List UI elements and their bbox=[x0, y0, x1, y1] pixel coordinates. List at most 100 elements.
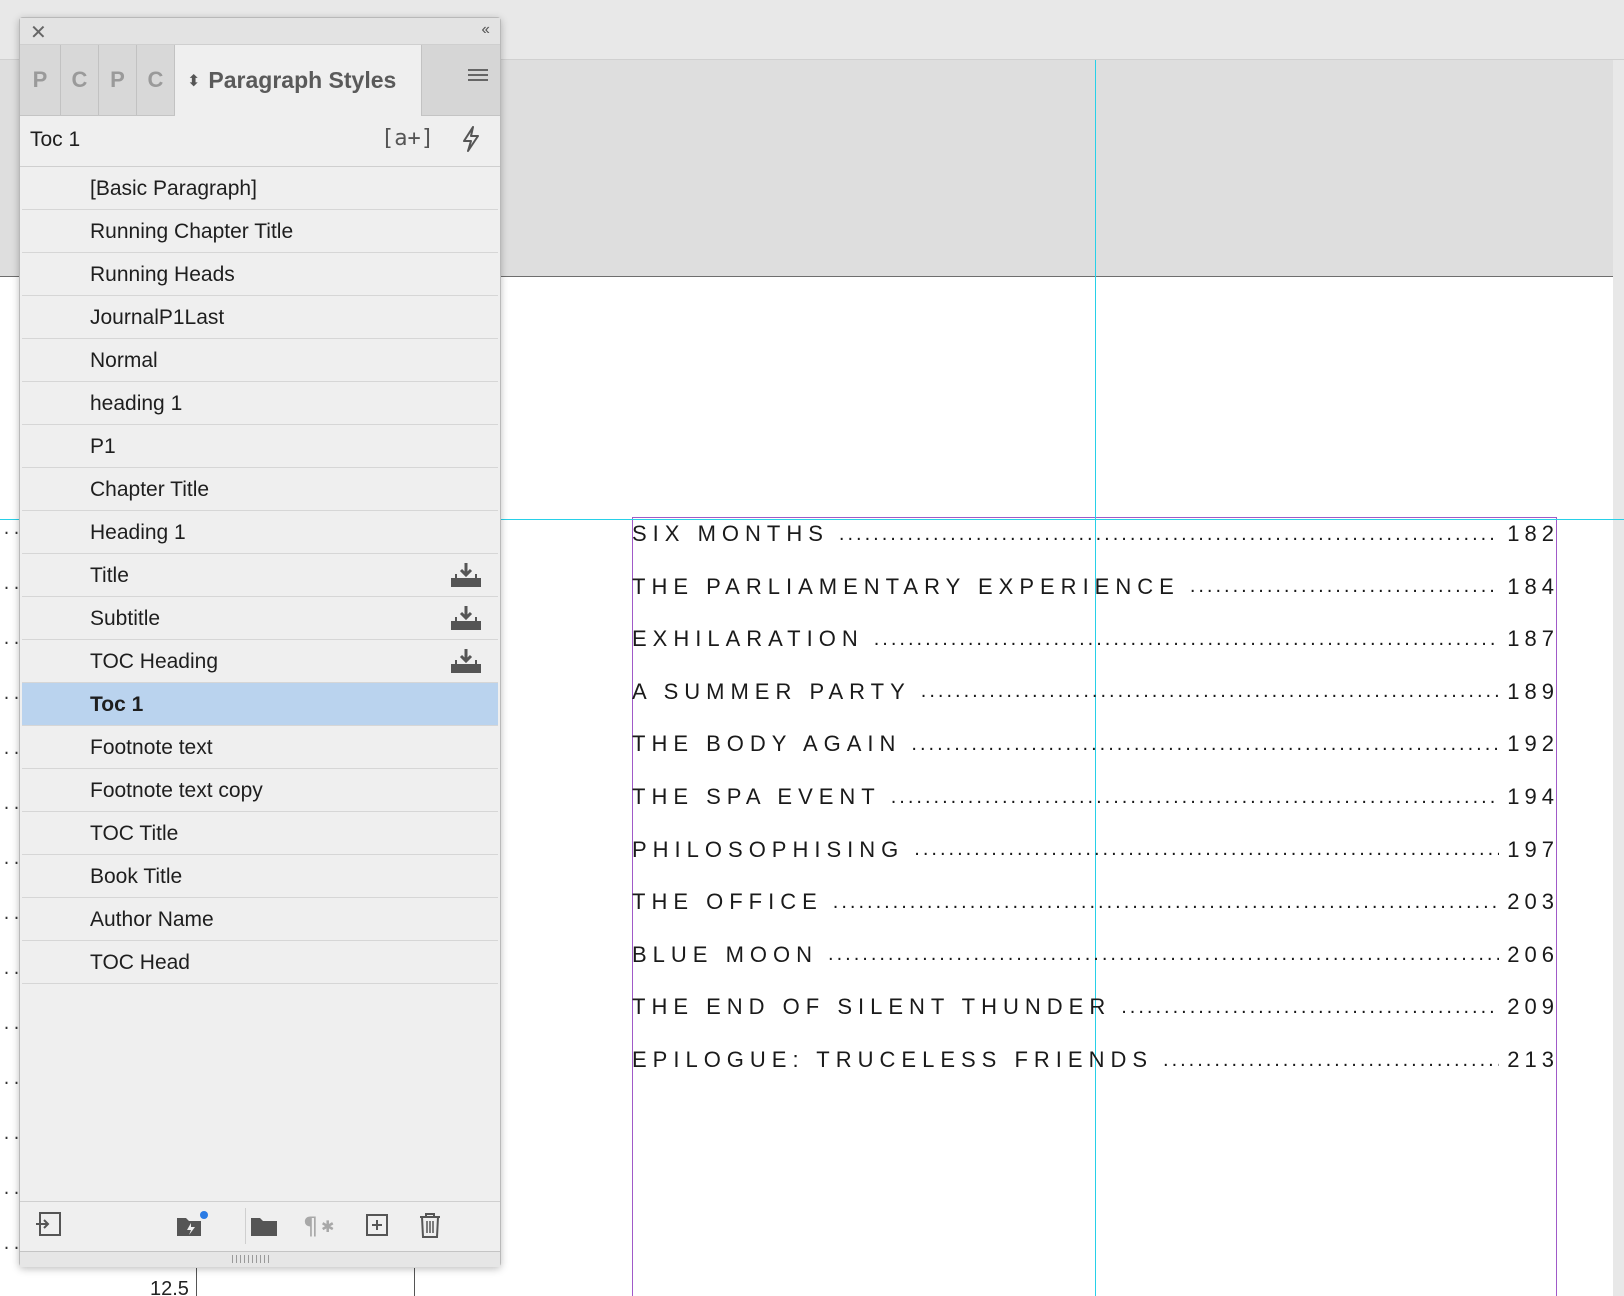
grip-icon[interactable] bbox=[232, 1255, 272, 1263]
tab-label: Paragraph Styles bbox=[208, 67, 397, 93]
toc-page-number: 194 bbox=[1507, 784, 1559, 809]
tab-collapsed-3[interactable]: P bbox=[99, 45, 137, 115]
collapse-icon[interactable]: ‹‹ bbox=[481, 21, 490, 39]
toc-leader-dots: ........................................… bbox=[911, 732, 1499, 755]
folder-icon[interactable] bbox=[249, 1210, 279, 1240]
tab-collapsed-1[interactable]: P bbox=[20, 45, 61, 115]
style-list-item[interactable]: Book Title bbox=[22, 855, 498, 898]
delete-trash-icon[interactable] bbox=[415, 1210, 445, 1240]
style-list-item[interactable]: TOC Title bbox=[22, 812, 498, 855]
style-list-item[interactable]: [Basic Paragraph] bbox=[22, 167, 498, 210]
toc-entry-title: PHILOSOPHISING bbox=[632, 836, 905, 862]
toc-entry[interactable]: THE END OF SILENT THUNDER...............… bbox=[632, 987, 1559, 1027]
style-list-item[interactable]: Title bbox=[22, 554, 498, 597]
style-list-item[interactable]: Normal bbox=[22, 339, 498, 382]
toc-leader-dots: ........................................… bbox=[914, 838, 1499, 861]
style-list-item[interactable]: Toc 1 bbox=[22, 683, 498, 726]
toc-page-number: 206 bbox=[1507, 941, 1559, 967]
style-list-item[interactable]: JournalP1Last bbox=[22, 296, 498, 339]
frame-edge-line bbox=[414, 1268, 415, 1296]
style-label: Normal bbox=[90, 349, 158, 372]
style-label: Footnote text bbox=[90, 736, 213, 759]
quick-apply-icon[interactable] bbox=[460, 126, 482, 159]
style-list-item[interactable]: Chapter Title bbox=[22, 468, 498, 511]
load-styles-icon[interactable] bbox=[34, 1210, 64, 1240]
svg-text:¶: ¶ bbox=[303, 1212, 318, 1240]
toc-leader-dots: ........................................… bbox=[1189, 575, 1500, 598]
style-list-item[interactable]: heading 1 bbox=[22, 382, 498, 425]
style-list-item[interactable]: Subtitle bbox=[22, 597, 498, 640]
style-label: [Basic Paragraph] bbox=[90, 177, 257, 200]
toc-page-number: 182 bbox=[1507, 521, 1559, 546]
style-label: TOC Heading bbox=[90, 650, 219, 673]
toc-page-number: 197 bbox=[1507, 836, 1559, 862]
style-label: Heading 1 bbox=[90, 521, 186, 544]
toc-entry[interactable]: PHILOSOPHISING..........................… bbox=[632, 830, 1559, 870]
toc-entry[interactable]: A SUMMER PARTY..........................… bbox=[632, 672, 1559, 712]
style-label: Author Name bbox=[90, 908, 214, 931]
panel-menu-icon[interactable] bbox=[468, 69, 488, 85]
style-label: Running Heads bbox=[90, 263, 235, 286]
new-style-icon[interactable] bbox=[362, 1210, 392, 1240]
current-style-bar: Toc 1 [a+] bbox=[20, 116, 500, 167]
toc-entry-title: THE SPA EVENT bbox=[632, 784, 881, 809]
toc-leader-dots: ........................................… bbox=[920, 680, 1500, 703]
panel-tab-bar: P C P C ⬍ Paragraph Styles bbox=[20, 45, 500, 116]
toc-entry-title: THE PARLIAMENTARY EXPERIENCE bbox=[632, 573, 1180, 599]
toc-entry[interactable]: EPILOGUE: TRUCELESS FRIENDS.............… bbox=[632, 1040, 1559, 1080]
tab-collapsed-4[interactable]: C bbox=[137, 45, 175, 115]
toc-entry-title: EXHILARATION bbox=[632, 626, 864, 652]
tab-paragraph-styles[interactable]: ⬍ Paragraph Styles bbox=[175, 45, 422, 116]
current-style-name: Toc 1 bbox=[30, 128, 81, 151]
style-label: heading 1 bbox=[90, 392, 183, 415]
style-list-item[interactable]: Running Chapter Title bbox=[22, 210, 498, 253]
tab-collapsed-2[interactable]: C bbox=[61, 45, 99, 115]
style-list-item[interactable]: Author Name bbox=[22, 898, 498, 941]
toc-page-number: 189 bbox=[1507, 678, 1559, 704]
style-list-item[interactable]: Footnote text bbox=[22, 726, 498, 769]
style-group-lightning-icon[interactable] bbox=[175, 1210, 208, 1240]
style-list-item[interactable]: Footnote text copy bbox=[22, 769, 498, 812]
style-label: TOC Title bbox=[90, 822, 179, 845]
imported-style-icon bbox=[450, 648, 481, 674]
toc-entry[interactable]: THE PARLIAMENTARY EXPERIENCE............… bbox=[632, 567, 1559, 607]
style-label: Chapter Title bbox=[90, 478, 210, 501]
toc-entry[interactable]: SIX MONTHS..............................… bbox=[632, 514, 1559, 554]
close-icon[interactable]: ✕ bbox=[30, 20, 47, 45]
toc-entry-title: EPILOGUE: TRUCELESS FRIENDS bbox=[632, 1047, 1154, 1072]
panel-footer: ¶ ✱ bbox=[20, 1201, 500, 1250]
toc-page-number: 203 bbox=[1507, 889, 1559, 915]
panel-titlebar[interactable]: ✕ ‹‹ bbox=[20, 18, 500, 45]
toc-entry[interactable]: THE OFFICE..............................… bbox=[632, 882, 1559, 922]
toc-entry[interactable]: THE BODY AGAIN..........................… bbox=[632, 724, 1559, 764]
toc-entry-title: THE OFFICE bbox=[632, 889, 823, 915]
toc-entry[interactable]: BLUE MOON...............................… bbox=[632, 935, 1559, 975]
toc-page-number: 213 bbox=[1507, 1047, 1559, 1072]
toc-entry[interactable]: EXHILARATION............................… bbox=[632, 619, 1559, 659]
footer-divider bbox=[245, 1208, 246, 1244]
style-list-item[interactable]: Running Heads bbox=[22, 253, 498, 296]
panel-resize-grip[interactable] bbox=[20, 1251, 500, 1267]
toc-leader-dots: ........................................… bbox=[890, 785, 1500, 808]
style-label: TOC Head bbox=[90, 951, 190, 974]
style-list-item[interactable]: P1 bbox=[22, 425, 498, 468]
toc-leader-dots: ........................................… bbox=[1121, 995, 1499, 1018]
toc-entry[interactable]: THE SPA EVENT...........................… bbox=[632, 777, 1559, 817]
style-label: Toc 1 bbox=[90, 693, 144, 716]
toc-leader-dots: ........................................… bbox=[1163, 1048, 1499, 1071]
style-list-item[interactable]: Heading 1 bbox=[22, 511, 498, 554]
style-list-item[interactable]: TOC Heading bbox=[22, 640, 498, 683]
toc-leader-dots: ........................................… bbox=[832, 890, 1500, 913]
paragraph-styles-panel[interactable]: ✕ ‹‹ P C P C ⬍ Paragraph Styles Toc 1 [a… bbox=[19, 17, 501, 1267]
frame-edge-line bbox=[196, 1268, 197, 1296]
toc-page-number: 184 bbox=[1507, 573, 1559, 599]
style-list-item[interactable]: TOC Head bbox=[22, 941, 498, 984]
toc-page-number: 209 bbox=[1507, 994, 1559, 1020]
toc-leader-dots: ........................................… bbox=[828, 943, 1499, 966]
style-label: Footnote text copy bbox=[90, 779, 263, 802]
toc-entry-title: THE BODY AGAIN bbox=[632, 731, 902, 757]
clear-overrides-icon[interactable]: ¶ ✱ bbox=[303, 1210, 334, 1240]
updown-chevron-icon: ⬍ bbox=[187, 72, 201, 90]
create-style-group-icon[interactable]: [a+] bbox=[381, 126, 434, 151]
toc-entry-title: THE END OF SILENT THUNDER bbox=[632, 994, 1112, 1020]
